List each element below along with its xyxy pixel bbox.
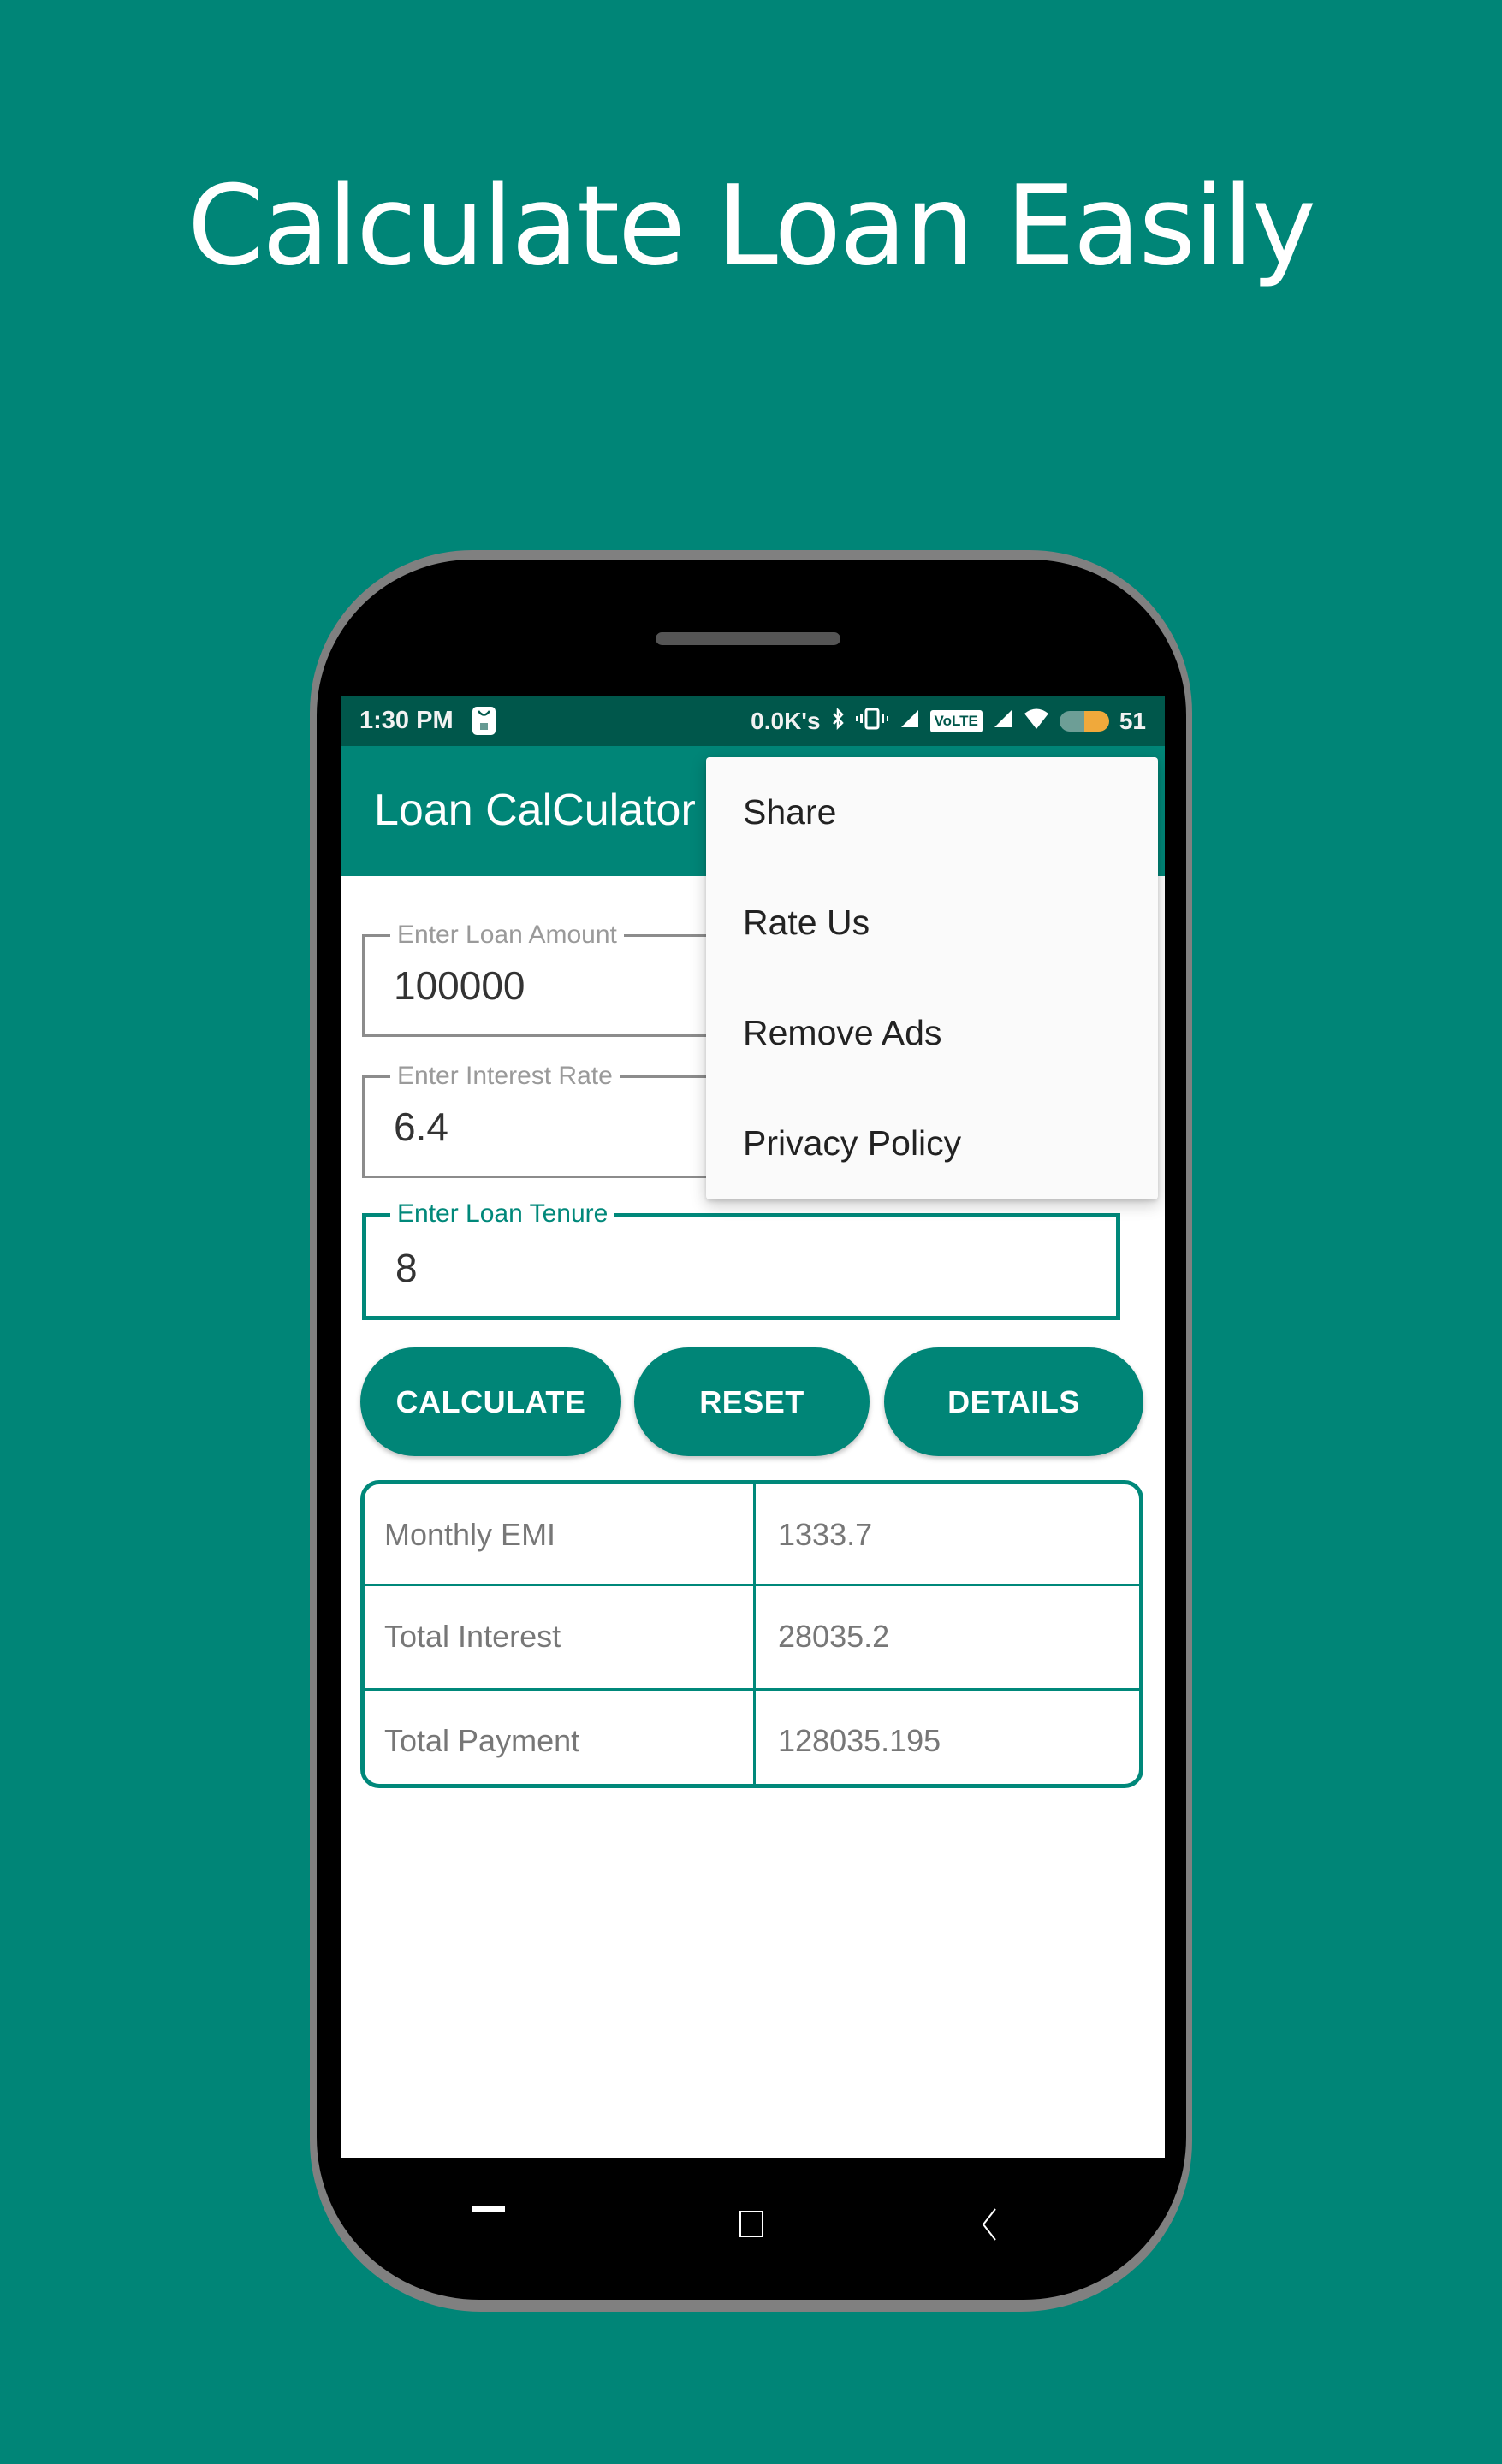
- loan-tenure-field[interactable]: Enter Loan Tenure 8: [362, 1197, 1120, 1320]
- reset-button[interactable]: RESET: [634, 1348, 870, 1456]
- interest-rate-input[interactable]: 6.4: [394, 1104, 448, 1150]
- app-title: Loan CalCulator: [374, 785, 696, 835]
- bluetooth-icon: [831, 707, 845, 737]
- total-interest-label: Total Interest: [384, 1619, 561, 1654]
- phone-screen: 1:30 PM 0.0K's VoLTE 51 Loan CalCulator …: [341, 696, 1165, 2158]
- battery-icon: [1059, 711, 1109, 732]
- home-icon[interactable]: [739, 2211, 763, 2237]
- total-payment-label: Total Payment: [384, 1723, 580, 1758]
- mi-store-icon: [472, 707, 496, 735]
- status-time: 1:30 PM: [359, 707, 454, 734]
- loan-amount-label: Enter Loan Amount: [390, 918, 624, 952]
- recents-icon[interactable]: [472, 2206, 505, 2212]
- back-icon[interactable]: [980, 2207, 999, 2246]
- battery-level: 51: [1119, 708, 1146, 734]
- promo-headline: Calculate Loan Easily: [187, 163, 1316, 290]
- signal-icon: [899, 708, 920, 735]
- loan-tenure-input[interactable]: 8: [395, 1245, 418, 1291]
- loan-tenure-label: Enter Loan Tenure: [390, 1197, 615, 1231]
- volte-icon: VoLTE: [929, 710, 983, 732]
- calculate-button[interactable]: CALCULATE: [360, 1348, 621, 1456]
- monthly-emi-value: 1333.7: [778, 1517, 873, 1552]
- menu-item-remove-ads[interactable]: Remove Ads: [706, 978, 1158, 1088]
- menu-item-share[interactable]: Share: [706, 757, 1158, 868]
- vibrate-icon: [855, 707, 889, 737]
- loan-amount-input[interactable]: 100000: [394, 962, 525, 1009]
- table-row: Total Interest 28035.2: [365, 1586, 1139, 1687]
- total-payment-value: 128035.195: [778, 1723, 941, 1758]
- menu-item-privacy-policy[interactable]: Privacy Policy: [706, 1088, 1158, 1199]
- total-interest-value: 28035.2: [778, 1619, 890, 1654]
- details-button[interactable]: DETAILS: [884, 1348, 1143, 1456]
- wifi-icon: [1024, 708, 1049, 736]
- results-table: Monthly EMI 1333.7 Total Interest 28035.…: [360, 1480, 1143, 1788]
- monthly-emi-label: Monthly EMI: [384, 1517, 556, 1552]
- phone-speaker: [656, 632, 840, 645]
- status-bar: 1:30 PM 0.0K's VoLTE 51: [341, 696, 1165, 746]
- status-icons: 0.0K's VoLTE 51: [751, 705, 1146, 737]
- signal-icon-2: [993, 708, 1013, 735]
- interest-rate-label: Enter Interest Rate: [390, 1059, 620, 1093]
- menu-item-rate-us[interactable]: Rate Us: [706, 868, 1158, 978]
- overflow-menu: Share Rate Us Remove Ads Privacy Policy: [706, 757, 1158, 1199]
- table-row: Total Payment 128035.195: [365, 1691, 1139, 1784]
- network-speed: 0.0K's: [751, 708, 821, 734]
- table-row: Monthly EMI 1333.7: [365, 1484, 1139, 1585]
